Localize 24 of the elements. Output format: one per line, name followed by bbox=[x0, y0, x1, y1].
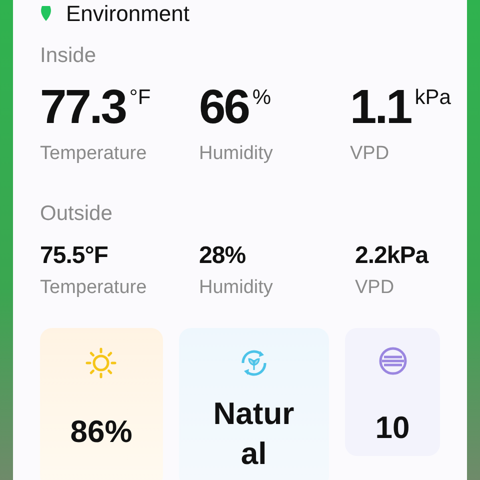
metric-value: 75.5°F bbox=[40, 242, 108, 268]
metric-value: 1.1 bbox=[350, 80, 411, 134]
section-title: Environment bbox=[66, 0, 190, 28]
section-label: Outside bbox=[40, 201, 114, 227]
metric-value: 77.3 bbox=[40, 80, 126, 134]
metric-label: Humidity bbox=[199, 276, 273, 298]
tile-value: 86% bbox=[70, 413, 132, 451]
metric-label: Temperature bbox=[40, 142, 147, 166]
list-circle-icon bbox=[378, 346, 408, 376]
metric-label: Temperature bbox=[40, 276, 147, 298]
metric-unit: kPa bbox=[414, 86, 451, 108]
metric-value: 2.2kPa bbox=[355, 242, 428, 268]
metric-label: VPD bbox=[350, 142, 390, 166]
metric-label: Humidity bbox=[199, 142, 273, 166]
metric-unit: °F bbox=[129, 86, 151, 108]
tile-value: Natural bbox=[212, 395, 296, 474]
leaf-icon bbox=[40, 5, 52, 21]
metric-label: VPD bbox=[355, 276, 394, 298]
metric-value: 66 bbox=[199, 80, 248, 134]
metric-unit: % bbox=[252, 86, 272, 108]
sun-icon bbox=[84, 346, 118, 380]
metric-value: 28% bbox=[199, 242, 246, 268]
section-label: Inside bbox=[40, 43, 98, 69]
tile-value: 10 bbox=[375, 409, 410, 447]
